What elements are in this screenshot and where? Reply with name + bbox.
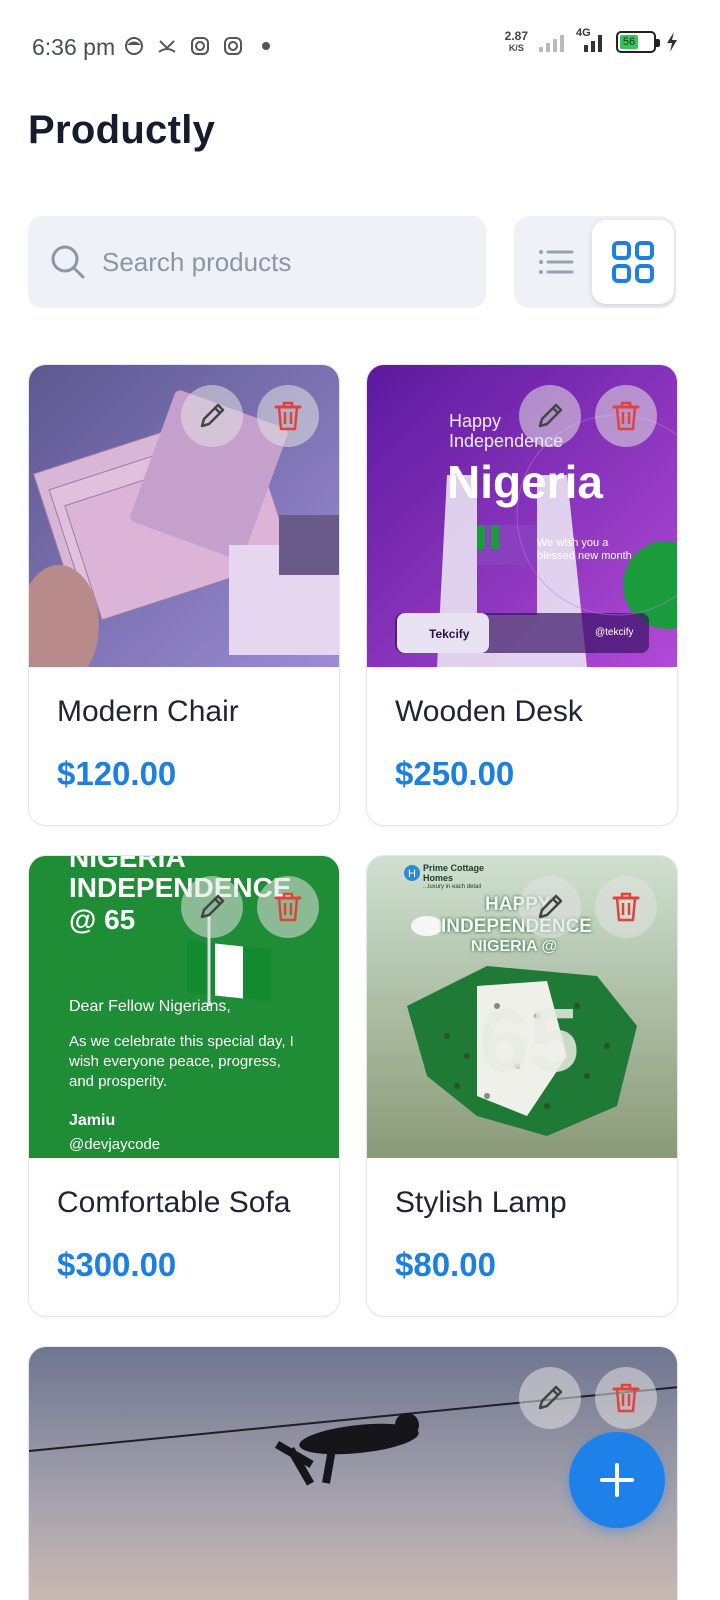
delete-button[interactable] xyxy=(595,1367,657,1429)
product-price: $250.00 xyxy=(395,755,515,792)
status-bar: 6:36 pm 2.87 K/S 4G 56 xyxy=(0,0,720,92)
edit-button[interactable] xyxy=(519,385,581,447)
instagram-icon xyxy=(191,37,209,55)
pencil-icon xyxy=(538,403,563,428)
trash-icon xyxy=(274,401,302,431)
grid-view-button[interactable] xyxy=(592,220,674,304)
missed-call-icon xyxy=(158,40,176,53)
product-price: $80.00 xyxy=(395,1246,496,1283)
edit-button[interactable] xyxy=(519,876,581,938)
product-card[interactable]: H Prime Cottage Homes ...luxury in each … xyxy=(366,855,678,1317)
product-price: $300.00 xyxy=(57,1246,177,1283)
product-card[interactable]: NIGERIA INDEPENDENCE @ 65 Dear Fellow Ni… xyxy=(28,855,340,1317)
pencil-icon xyxy=(200,403,225,428)
pencil-icon xyxy=(538,1385,563,1410)
page-title: Productly xyxy=(28,108,216,152)
signal-icon xyxy=(539,35,564,52)
edit-button[interactable] xyxy=(181,876,243,938)
map-brand: Prime Cottage Homes xyxy=(423,863,485,883)
network-type: 4G xyxy=(576,27,591,39)
battery-level: 56 xyxy=(620,35,638,49)
list-view-icon[interactable] xyxy=(536,242,576,282)
pencil-icon xyxy=(200,894,225,919)
product-card[interactable]: Happy Independence Nigeria We wish you a… xyxy=(366,364,678,826)
trash-icon xyxy=(274,892,302,922)
delete-button[interactable] xyxy=(595,385,657,447)
product-name: Modern Chair xyxy=(57,695,239,728)
net-speed-value: 2.87 xyxy=(504,29,528,43)
status-time: 6:36 pm xyxy=(32,34,116,60)
flyer-headline: Nigeria xyxy=(447,456,603,508)
grid-view-icon xyxy=(612,241,654,283)
product-card[interactable]: Modern Chair $120.00 xyxy=(28,364,340,826)
system-indicators: 2.87 K/S 4G 56 xyxy=(505,27,678,54)
brand-logo: H xyxy=(404,865,420,881)
product-name: Wooden Desk xyxy=(395,695,583,728)
search-input[interactable] xyxy=(102,246,462,278)
greeting-headline3: @ 65 xyxy=(69,904,136,935)
net-speed-unit: K/S xyxy=(508,43,524,53)
signal-4g: 4G xyxy=(576,27,606,53)
greeting-salutation: Dear Fellow Nigerians, xyxy=(69,998,231,1015)
trash-icon xyxy=(612,1383,640,1413)
add-product-button[interactable] xyxy=(569,1432,665,1528)
flyer-line1: Happy xyxy=(449,411,502,431)
product-name: Stylish Lamp xyxy=(395,1186,567,1219)
greeting-handle: @devjaycode xyxy=(69,1136,161,1153)
flyer-wish: We wish you a blessed new month xyxy=(537,537,632,562)
more-notifications-dot xyxy=(262,42,270,50)
map-headline3: NIGERIA @ xyxy=(471,938,558,955)
product-price: $120.00 xyxy=(57,755,177,792)
plus-icon xyxy=(600,1463,634,1497)
notification-icons xyxy=(124,36,270,56)
trash-icon xyxy=(612,401,640,431)
product-name: Comfortable Sofa xyxy=(57,1186,291,1219)
delete-button[interactable] xyxy=(257,876,319,938)
edit-button[interactable] xyxy=(181,385,243,447)
edit-button[interactable] xyxy=(519,1367,581,1429)
network-speed: 2.87 K/S xyxy=(505,30,528,54)
delete-button[interactable] xyxy=(595,876,657,938)
face-notification-icon xyxy=(125,37,143,55)
map-number: 65 xyxy=(479,991,580,1091)
greeting-signature: Jamiu xyxy=(69,1112,116,1129)
view-toggle xyxy=(514,216,676,308)
trash-icon xyxy=(612,892,640,922)
charging-icon xyxy=(667,32,677,52)
greeting-message: As we celebrate this special day, I wish… xyxy=(69,1033,294,1090)
flyer-brand: Tekcify xyxy=(429,627,470,641)
pencil-icon xyxy=(538,894,563,919)
delete-button[interactable] xyxy=(257,385,319,447)
search-bar[interactable] xyxy=(28,216,486,308)
map-tagline: ...luxury in each detail xyxy=(423,884,482,890)
instagram-icon-2 xyxy=(224,37,242,55)
flyer-handle: @tekcify xyxy=(595,627,634,638)
svg-text:H: H xyxy=(408,868,416,880)
search-icon xyxy=(51,245,85,279)
battery-icon: 56 xyxy=(616,31,660,53)
